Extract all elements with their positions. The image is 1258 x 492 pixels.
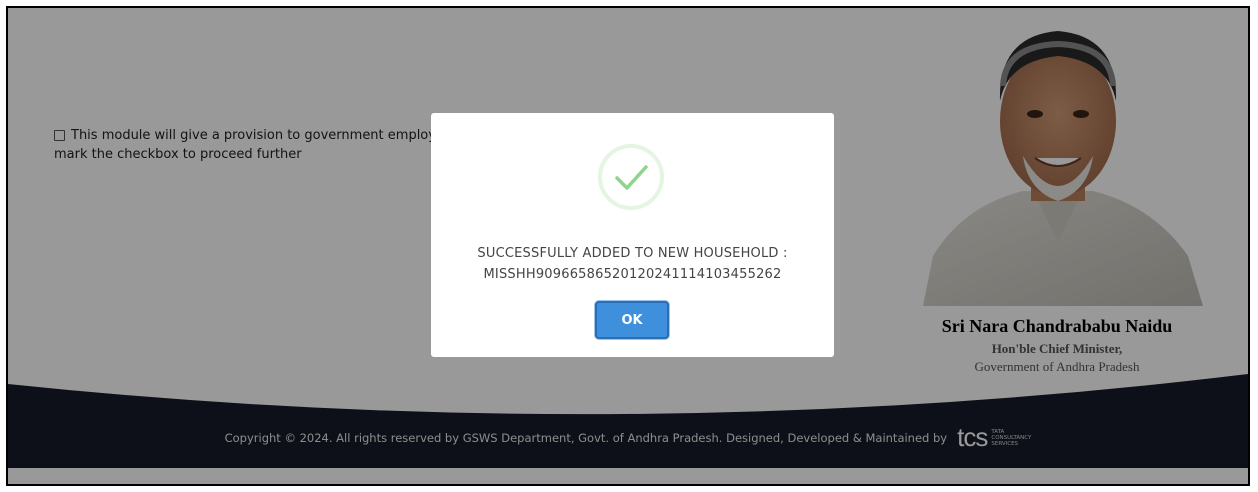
success-message-line1: SUCCESSFULLY ADDED TO NEW HOUSEHOLD :: [477, 246, 788, 261]
success-check-icon: [598, 144, 664, 210]
success-message: SUCCESSFULLY ADDED TO NEW HOUSEHOLD : MI…: [431, 243, 834, 285]
page: This module will give a provision to gov…: [8, 8, 1248, 484]
household-id: MISSHH909665865201202411141034552​62: [483, 267, 782, 282]
browser-frame: This module will give a provision to gov…: [6, 6, 1250, 486]
ok-button[interactable]: OK: [595, 301, 669, 339]
success-dialog: SUCCESSFULLY ADDED TO NEW HOUSEHOLD : MI…: [431, 113, 834, 357]
